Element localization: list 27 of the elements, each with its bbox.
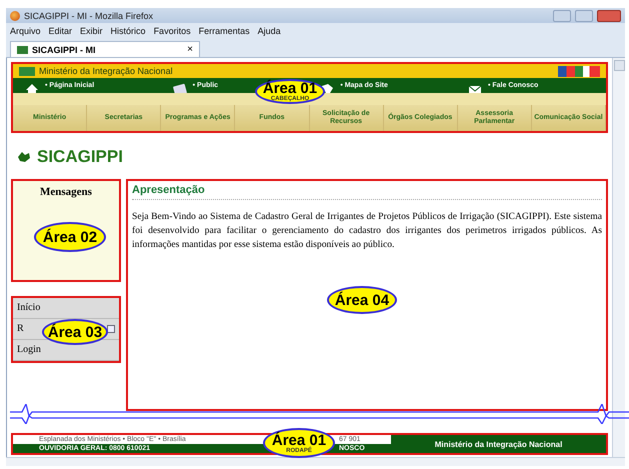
page-title: SICAGIPPI <box>37 147 123 167</box>
menu-item[interactable]: Favoritos <box>154 26 191 36</box>
content-paragraph: Seja Bem-Vindo ao Sistema de Cadastro Geral de Irrigantes de Projetos Públicos de Irrigação (SICAGIPPI). Este sistema foi desenvolvido para facilitar o gerenciamento do cadastro dos irrigantes dos perimetros irrigados públicos. As informações mantidas por esse sistema estão disponíveis ao público. <box>132 210 602 252</box>
tab-close-button[interactable]: × <box>187 44 193 55</box>
footer-brand: Ministério da Integração Nacional <box>391 435 606 453</box>
menu-item[interactable]: Ajuda <box>258 26 281 36</box>
vertical-scrollbar[interactable] <box>612 58 625 457</box>
window-title: SICAGIPPI - MI - Mozilla Firefox <box>24 10 154 20</box>
menu-item[interactable]: Editar <box>48 26 72 36</box>
brasil-logo-icon <box>558 66 600 76</box>
close-button[interactable] <box>597 10 621 22</box>
content-title: Apresentação <box>132 184 602 200</box>
messages-title: Mensagens <box>40 186 92 198</box>
side-menu-item[interactable]: R <box>17 324 24 334</box>
horizontal-scrollbar[interactable] <box>6 457 625 466</box>
maximize-button[interactable] <box>575 10 593 22</box>
menu-item[interactable]: Exibir <box>80 26 103 36</box>
ministry-name: Ministério da Integração Nacional <box>39 66 173 76</box>
menu-item[interactable]: Arquivo <box>10 26 41 36</box>
menu-item[interactable]: Ferramentas <box>198 26 250 36</box>
browser-tab[interactable]: SICAGIPPI - MI × <box>10 41 200 57</box>
expand-icon[interactable] <box>107 325 115 333</box>
menu-item[interactable]: Histórico <box>110 26 146 36</box>
favicon-icon <box>17 46 28 54</box>
minimize-button[interactable] <box>553 10 571 22</box>
side-menu-item[interactable]: Login <box>17 345 41 355</box>
side-menu-item[interactable]: Início <box>17 303 40 313</box>
